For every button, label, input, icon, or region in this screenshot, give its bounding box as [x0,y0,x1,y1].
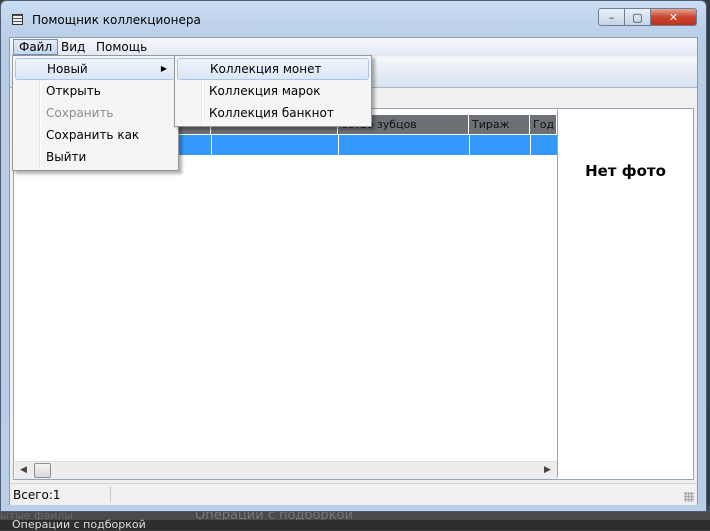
column-header-year[interactable]: Год [530,115,557,134]
status-bar: Всего:1 [10,483,697,505]
status-total: Всего:1 [13,488,61,502]
menu-item-label: Коллекция монет [210,62,322,76]
title-bar[interactable]: Помощник коллекционера – ▢ ✕ [1,1,706,37]
column-header-circulation[interactable]: Тираж [469,115,530,134]
scroll-right-icon[interactable]: ▶ [544,465,551,475]
menu-item-label: Сохранить как [46,128,140,142]
menu-item-exit[interactable]: Выйти [15,146,176,168]
menu-bar: Файл Вид Помощь [10,38,697,56]
no-photo-label: Нет фото [585,162,666,180]
horizontal-scrollbar[interactable]: ◀ ▶ [15,461,557,479]
table-cell[interactable] [338,135,470,155]
menu-item-save: Сохранить [15,102,176,124]
menu-item-new[interactable]: Новый ▶ [15,58,176,80]
menu-item-label: Сохранить [46,106,114,120]
submenu-arrow-icon: ▶ [160,64,167,73]
table-cell[interactable] [211,135,339,155]
menu-file-label: Файл [19,40,53,54]
menu-help[interactable]: Помощь [91,39,152,55]
minimize-icon: – [608,10,615,24]
menu-item-banknote-collection[interactable]: Коллекция банкнот [177,102,369,124]
menu-item-label: Открыть [46,84,101,98]
photo-panel: Нет фото [558,110,693,478]
maximize-icon: ▢ [632,10,643,24]
scroll-thumb[interactable] [34,463,51,478]
close-button[interactable]: ✕ [651,8,697,26]
menu-item-label: Коллекция марок [209,84,321,98]
menu-item-label: Новый [47,62,88,76]
menu-file[interactable]: Файл [13,39,59,55]
background-bottom-text: Операции с подборкой [12,518,146,531]
minimize-button[interactable]: – [598,8,625,26]
close-icon: ✕ [668,10,679,24]
menu-item-coin-collection[interactable]: Коллекция монет [177,58,369,80]
file-menu-dropdown: Новый ▶ Открыть Сохранить Сохранить как … [12,55,179,171]
menu-view[interactable]: Вид [56,39,90,55]
column-header-label: Тираж [472,118,510,131]
menu-view-label: Вид [61,40,86,54]
window-title: Помощник коллекционера [32,13,201,27]
caption-buttons: – ▢ ✕ [598,8,697,28]
status-separator [110,486,111,503]
menu-item-open[interactable]: Открыть [15,80,176,102]
app-icon [12,14,23,25]
menu-item-stamp-collection[interactable]: Коллекция марок [177,80,369,102]
menu-item-save-as[interactable]: Сохранить как [15,124,176,146]
menu-help-label: Помощь [96,40,148,54]
menu-item-label: Выйти [46,150,87,164]
background-window-bottom: Операции с подборкой [0,518,710,531]
new-submenu: Коллекция монет Коллекция марок Коллекци… [174,55,372,127]
scroll-left-icon[interactable]: ◀ [20,465,27,475]
resize-grip-icon[interactable] [684,492,694,502]
maximize-button[interactable]: ▢ [625,8,651,26]
table-cell[interactable] [469,135,531,155]
menu-item-label: Коллекция банкнот [209,106,334,120]
column-header-label: Год [533,118,555,131]
